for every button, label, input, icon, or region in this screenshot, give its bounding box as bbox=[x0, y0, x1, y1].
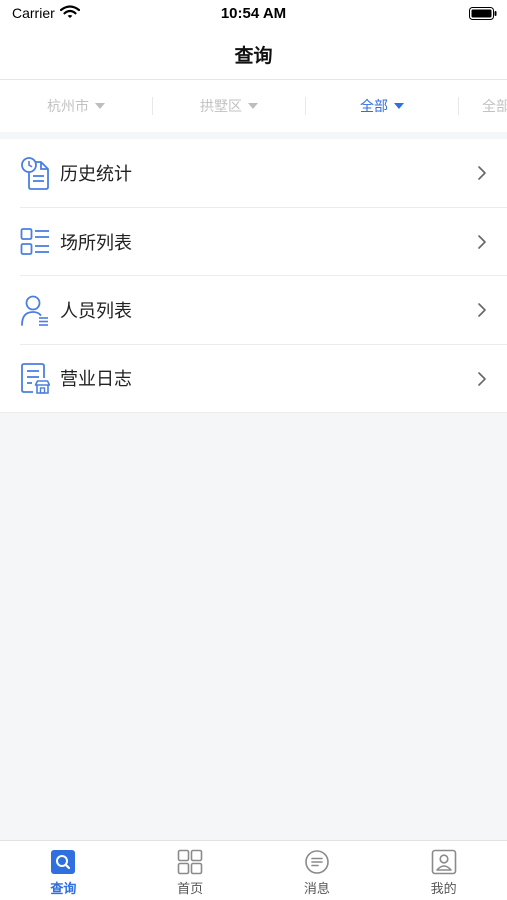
filter-type-dropdown[interactable]: 全部 bbox=[306, 80, 458, 132]
venue-list-icon bbox=[20, 227, 49, 255]
query-menu-list: 历史统计 场所列表 人员列表 营业日志 bbox=[0, 139, 507, 413]
status-time: 10:54 AM bbox=[220, 5, 287, 22]
filter-city-label: 杭州市 bbox=[47, 99, 89, 115]
menu-item-label: 历史统计 bbox=[60, 164, 132, 186]
chevron-right-icon bbox=[478, 371, 486, 386]
search-icon bbox=[51, 850, 76, 874]
caret-down-icon bbox=[394, 103, 404, 109]
tab-profile[interactable]: 我的 bbox=[380, 841, 507, 900]
filter-status-label: 全部 bbox=[482, 99, 507, 115]
chevron-right-icon bbox=[478, 166, 486, 180]
page-title: 查询 bbox=[234, 45, 273, 67]
home-grid-icon bbox=[177, 849, 203, 875]
status-bar: Carrier 10:54 AM bbox=[0, 0, 507, 30]
filter-district-dropdown[interactable]: 拱墅区 bbox=[153, 80, 305, 132]
tab-label: 我的 bbox=[430, 882, 457, 897]
filter-type-label: 全部 bbox=[360, 99, 388, 115]
menu-item-business-log[interactable]: 营业日志 bbox=[0, 345, 507, 413]
tab-home[interactable]: 首页 bbox=[127, 841, 254, 900]
navigation-bar: 查询 bbox=[0, 30, 507, 80]
menu-item-label: 营业日志 bbox=[60, 369, 132, 391]
caret-down-icon bbox=[248, 103, 258, 109]
history-stats-icon bbox=[21, 157, 49, 191]
tab-label: 首页 bbox=[177, 882, 204, 897]
menu-item-venue-list[interactable]: 场所列表 bbox=[0, 208, 507, 277]
tab-messages[interactable]: 消息 bbox=[254, 841, 381, 900]
filter-divider bbox=[458, 97, 459, 115]
menu-item-label: 场所列表 bbox=[60, 232, 132, 254]
menu-item-label: 人员列表 bbox=[60, 301, 132, 323]
message-icon bbox=[305, 850, 329, 874]
menu-item-history-stats[interactable]: 历史统计 bbox=[0, 139, 507, 208]
filter-district-label: 拱墅区 bbox=[200, 99, 242, 115]
person-list-icon bbox=[21, 295, 48, 327]
tab-label: 查询 bbox=[50, 882, 77, 897]
filter-city-dropdown[interactable]: 杭州市 bbox=[0, 80, 152, 132]
business-log-icon bbox=[21, 363, 50, 395]
battery-icon bbox=[469, 7, 497, 20]
caret-down-icon bbox=[95, 103, 105, 109]
profile-icon bbox=[431, 849, 456, 875]
menu-item-person-list[interactable]: 人员列表 bbox=[0, 276, 507, 345]
chevron-right-icon bbox=[478, 303, 486, 317]
bottom-tab-bar: 查询 首页 消息 我的 bbox=[0, 840, 507, 900]
chevron-right-icon bbox=[478, 234, 486, 249]
tab-label: 消息 bbox=[303, 882, 330, 897]
tab-query[interactable]: 查询 bbox=[0, 841, 127, 900]
filter-bar: 杭州市 拱墅区 全部 全部 bbox=[0, 80, 507, 132]
filter-status-dropdown[interactable]: 全部 bbox=[482, 80, 507, 132]
